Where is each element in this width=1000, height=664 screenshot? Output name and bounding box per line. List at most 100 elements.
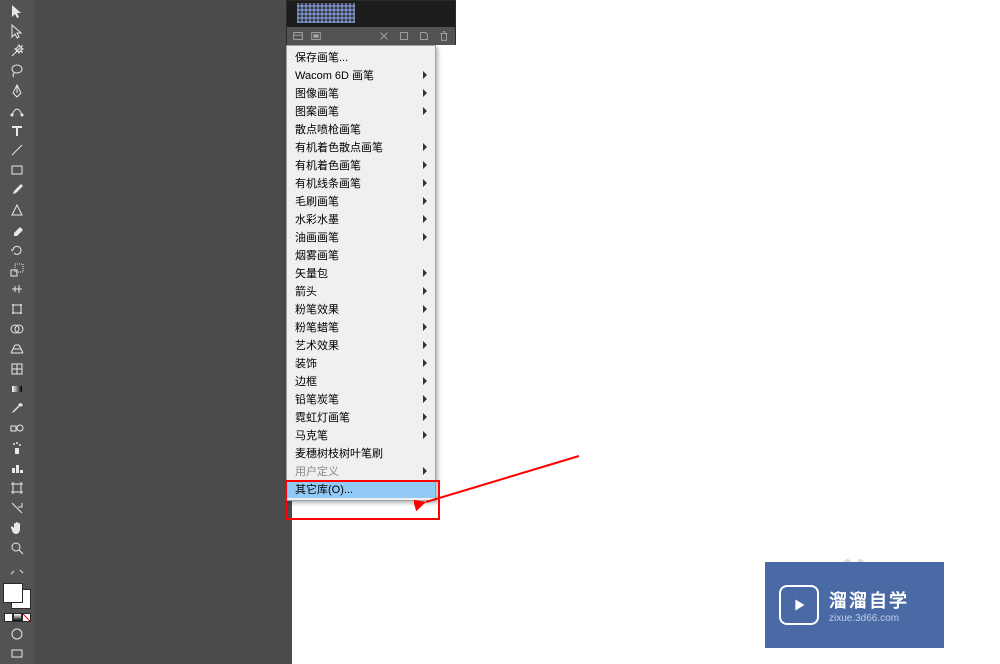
menu-item-oil-paint[interactable]: 油画画笔 — [287, 228, 435, 246]
menu-item-chalk-effect[interactable]: 粉笔效果 — [287, 300, 435, 318]
color-mode-gradient[interactable] — [13, 613, 22, 622]
type-tool[interactable] — [5, 121, 29, 140]
lasso-tool[interactable] — [5, 62, 29, 81]
menu-item-user-defined[interactable]: 用户定义 — [287, 462, 435, 480]
menu-item-organic-color[interactable]: 有机着色画笔 — [287, 156, 435, 174]
menu-item-wacom-6d[interactable]: Wacom 6D 画笔 — [287, 66, 435, 84]
menu-item-other-library[interactable]: 其它库(O)... — [287, 480, 435, 498]
slice-tool[interactable] — [5, 498, 29, 517]
submenu-arrow-icon — [423, 269, 427, 277]
fill-stroke-colors[interactable] — [3, 583, 31, 609]
new-brush-icon[interactable] — [417, 29, 431, 43]
submenu-arrow-icon — [423, 431, 427, 439]
color-mode-none[interactable] — [22, 613, 31, 622]
menu-item-artistic[interactable]: 艺术效果 — [287, 336, 435, 354]
menu-item-label: 烟雾画笔 — [295, 247, 339, 263]
column-graph-tool[interactable] — [5, 459, 29, 478]
menu-item-label: 粉笔效果 — [295, 301, 339, 317]
rotate-tool[interactable] — [5, 240, 29, 259]
menu-item-watercolor-ink[interactable]: 水彩水墨 — [287, 210, 435, 228]
menu-item-organic-scatter[interactable]: 有机着色散点画笔 — [287, 138, 435, 156]
menu-item-save-brush[interactable]: 保存画笔... — [287, 48, 435, 66]
menu-item-wheat-branch-leaf[interactable]: 麦穗树枝树叶笔刷 — [287, 444, 435, 462]
width-tool[interactable] — [5, 280, 29, 299]
menu-item-decorative[interactable]: 装饰 — [287, 354, 435, 372]
symbol-sprayer-tool[interactable] — [5, 439, 29, 458]
brush-preview-pattern — [297, 3, 355, 23]
menu-item-scatter-spray[interactable]: 散点喷枪画笔 — [287, 120, 435, 138]
watermark-text: 溜溜自学 zixue.3d66.com — [829, 587, 909, 624]
menu-item-label: 用户定义 — [295, 463, 339, 479]
paintbrush-tool[interactable] — [5, 181, 29, 200]
menu-item-arrows[interactable]: 箭头 — [287, 282, 435, 300]
library-icon[interactable] — [291, 29, 305, 43]
submenu-arrow-icon — [423, 287, 427, 295]
annotation-arrow — [414, 454, 584, 514]
fill-stroke-swap-icon[interactable] — [5, 566, 29, 578]
gradient-tool[interactable] — [5, 379, 29, 398]
menu-item-label: 有机着色散点画笔 — [295, 139, 383, 155]
artboard-tool[interactable] — [5, 479, 29, 498]
brush-options-icon[interactable] — [397, 29, 411, 43]
submenu-arrow-icon — [423, 233, 427, 241]
hand-tool[interactable] — [5, 518, 29, 537]
menu-item-label: 毛刷画笔 — [295, 193, 339, 209]
perspective-grid-tool[interactable] — [5, 340, 29, 359]
shaper-tool[interactable] — [5, 201, 29, 220]
shape-builder-tool[interactable] — [5, 320, 29, 339]
color-mode-swatches — [4, 613, 31, 622]
submenu-arrow-icon — [423, 467, 427, 475]
submenu-arrow-icon — [423, 305, 427, 313]
menu-item-organic-line[interactable]: 有机线条画笔 — [287, 174, 435, 192]
submenu-arrow-icon — [423, 215, 427, 223]
menu-item-image-brush[interactable]: 图像画笔 — [287, 84, 435, 102]
mesh-tool[interactable] — [5, 359, 29, 378]
toolbar-divider — [2, 560, 32, 564]
zoom-tool[interactable] — [5, 538, 29, 557]
line-segment-tool[interactable] — [5, 141, 29, 160]
menu-item-borders[interactable]: 边框 — [287, 372, 435, 390]
pen-tool[interactable] — [5, 81, 29, 100]
blend-tool[interactable] — [5, 419, 29, 438]
menu-item-neon[interactable]: 霓虹灯画笔 — [287, 408, 435, 426]
watermark-subtitle: zixue.3d66.com — [829, 613, 909, 624]
submenu-arrow-icon — [423, 197, 427, 205]
menu-item-pencil-charcoal[interactable]: 铅笔炭笔 — [287, 390, 435, 408]
menu-item-smoke[interactable]: 烟雾画笔 — [287, 246, 435, 264]
menu-item-pattern-brush[interactable]: 图案画笔 — [287, 102, 435, 120]
remove-brush-stroke-icon[interactable] — [377, 29, 391, 43]
watermark-title: 溜溜自学 — [829, 587, 909, 613]
watermark-play-icon — [779, 585, 819, 625]
screen-mode-icon[interactable] — [5, 644, 29, 663]
scale-tool[interactable] — [5, 260, 29, 279]
rectangle-tool[interactable] — [5, 161, 29, 180]
menu-item-label: Wacom 6D 画笔 — [295, 67, 374, 83]
direct-selection-tool[interactable] — [5, 22, 29, 41]
menu-item-label: 装饰 — [295, 355, 317, 371]
draw-mode-icon[interactable] — [5, 624, 29, 643]
watermark-banner: 溜溜自学 zixue.3d66.com — [765, 562, 944, 648]
eyedropper-tool[interactable] — [5, 399, 29, 418]
menu-item-bristle[interactable]: 毛刷画笔 — [287, 192, 435, 210]
magic-wand-tool[interactable] — [5, 42, 29, 61]
submenu-arrow-icon — [423, 143, 427, 151]
color-mode-solid[interactable] — [4, 613, 13, 622]
app-dark-area — [0, 0, 292, 664]
menu-item-vector-pack[interactable]: 矢量包 — [287, 264, 435, 282]
curvature-tool[interactable] — [5, 101, 29, 120]
eraser-tool[interactable] — [5, 220, 29, 239]
tools-panel — [0, 0, 34, 664]
menu-item-label: 水彩水墨 — [295, 211, 339, 227]
brush-library-menu: 保存画笔... Wacom 6D 画笔 图像画笔 图案画笔 散点喷枪画笔 有机着… — [286, 45, 436, 501]
menu-item-chalk-crayon[interactable]: 粉笔蜡笔 — [287, 318, 435, 336]
menu-item-marker[interactable]: 马克笔 — [287, 426, 435, 444]
menu-item-label: 油画画笔 — [295, 229, 339, 245]
delete-brush-icon[interactable] — [437, 29, 451, 43]
selection-tool[interactable] — [5, 2, 29, 21]
fill-color-swatch[interactable] — [3, 583, 23, 603]
menu-item-label: 边框 — [295, 373, 317, 389]
brush-libraries-menu-icon[interactable] — [309, 29, 323, 43]
menu-item-label: 霓虹灯画笔 — [295, 409, 350, 425]
free-transform-tool[interactable] — [5, 300, 29, 319]
menu-item-label: 散点喷枪画笔 — [295, 121, 361, 137]
